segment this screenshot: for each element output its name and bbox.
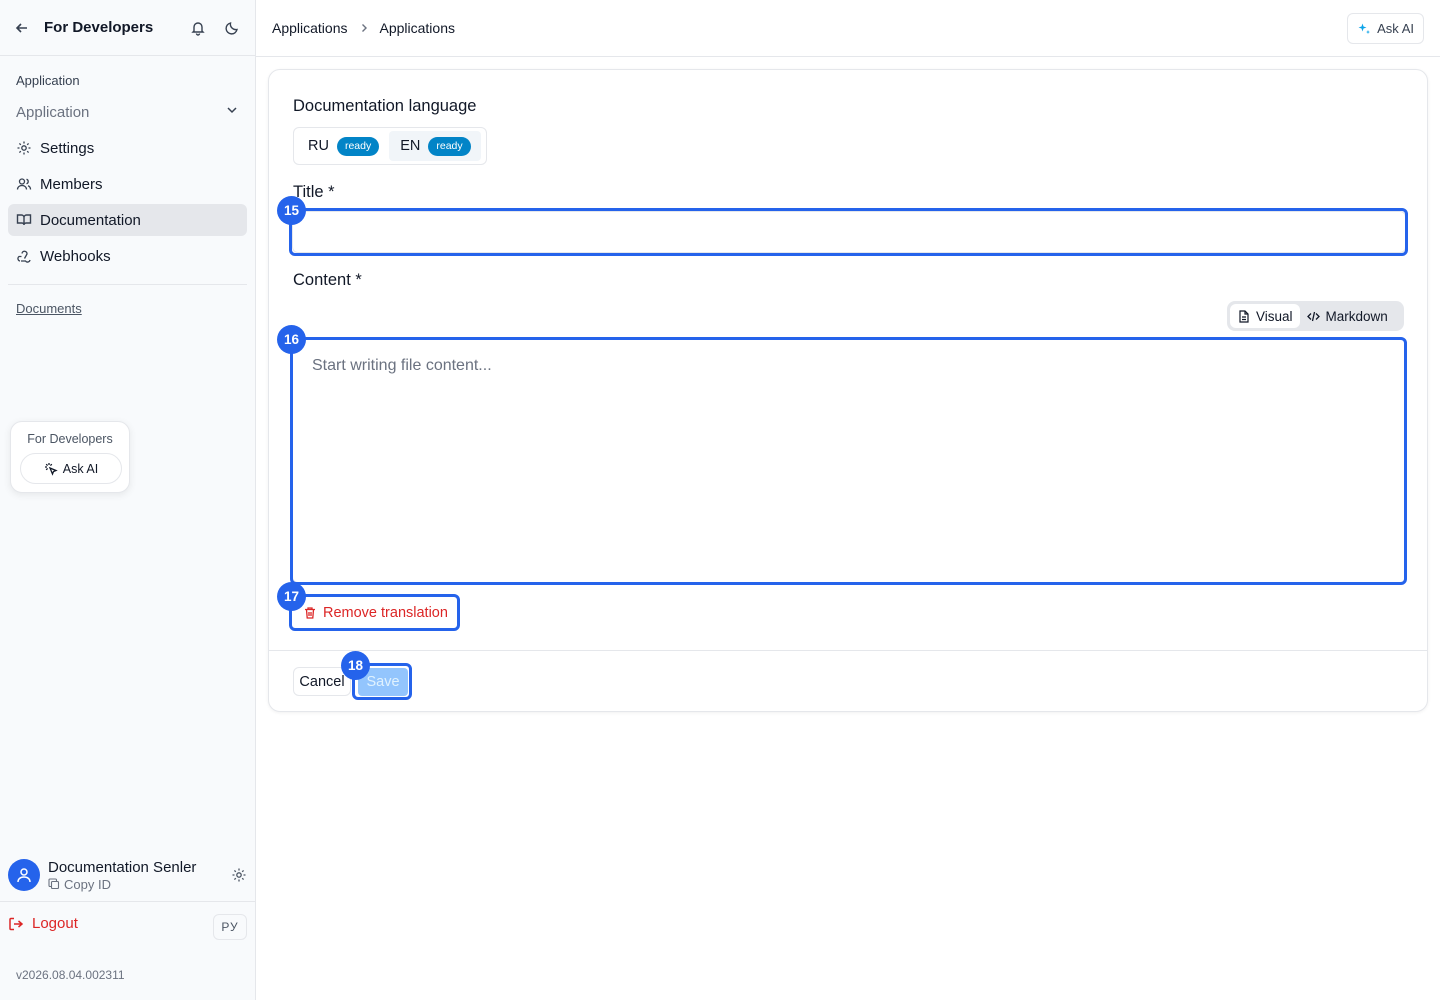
sparkle-icon: [1358, 23, 1371, 34]
sidebar-item-documentation[interactable]: Documentation: [8, 204, 247, 236]
users-icon: [16, 176, 32, 192]
chevron-down-icon: [225, 103, 239, 121]
copy-id-label: Copy ID: [64, 876, 111, 892]
sidebar-header: For Developers: [0, 0, 255, 56]
section-label: Application: [16, 73, 80, 88]
user-profile: Documentation Senler Copy ID: [8, 858, 248, 892]
user-info: Documentation Senler Copy ID: [48, 859, 230, 892]
sidebar-footer-divider: [0, 901, 256, 902]
content-label: Content *: [293, 271, 362, 289]
sidebar-item-members[interactable]: Members: [8, 168, 247, 200]
sidebar: For Developers Application Application S…: [0, 0, 256, 1000]
logout-button[interactable]: Logout: [8, 915, 78, 932]
ask-ai-floating-label: Ask AI: [62, 461, 99, 476]
card-footer-divider: [269, 650, 1427, 651]
floating-card-title: For Developers: [27, 432, 113, 446]
language-tabs: RU ready EN ready: [293, 127, 487, 165]
sidebar-item-label: Webhooks: [40, 247, 111, 265]
sidebar-item-settings[interactable]: Settings: [8, 132, 247, 164]
ask-ai-button[interactable]: Ask AI: [1347, 13, 1424, 44]
sidebar-item-label: Settings: [40, 139, 95, 157]
mode-markdown-button[interactable]: Markdown: [1300, 304, 1395, 328]
bell-icon[interactable]: [187, 17, 209, 39]
sidebar-item-label: Members: [40, 175, 103, 193]
code-icon: [1306, 311, 1320, 321]
application-select[interactable]: Application: [16, 96, 239, 128]
trash-icon: [305, 606, 315, 619]
topbar: Applications Applications Ask AI: [256, 0, 1440, 57]
sidebar-item-label: Documentation: [40, 211, 141, 229]
title-input[interactable]: [292, 211, 1406, 253]
lang-code: EN: [400, 138, 421, 154]
cursor-click-icon: [44, 462, 58, 476]
avatar[interactable]: [8, 859, 40, 891]
logout-icon: [9, 917, 24, 930]
book-icon: [16, 212, 32, 228]
documentation-form-card: Documentation language RU ready EN ready…: [268, 69, 1428, 712]
back-arrow-icon[interactable]: [12, 18, 32, 38]
content-editor[interactable]: Start writing file content...: [292, 338, 1406, 583]
annotation-marker-16: 16: [277, 325, 306, 354]
mode-markdown-label: Markdown: [1325, 308, 1388, 324]
status-badge: ready: [428, 136, 471, 156]
remove-translation-label: Remove translation: [323, 604, 448, 621]
breadcrumb-current[interactable]: Applications: [380, 20, 456, 36]
breadcrumb-applications[interactable]: Applications: [272, 20, 348, 36]
copy-icon: [48, 878, 60, 890]
doc-language-label: Documentation language: [293, 97, 477, 115]
annotation-marker-15: 15: [277, 196, 306, 225]
ask-ai-floating-button[interactable]: Ask AI: [20, 453, 122, 484]
ask-ai-floating-card: For Developers Ask AI: [10, 421, 130, 493]
remove-translation-button[interactable]: Remove translation: [293, 597, 459, 628]
file-icon: [1239, 309, 1249, 323]
tab-lang-en[interactable]: EN ready: [389, 131, 481, 161]
app-title: For Developers: [44, 19, 154, 36]
copy-id-button[interactable]: Copy ID: [48, 877, 230, 892]
language-switch-button[interactable]: РУ: [213, 914, 247, 940]
sidebar-nav: Settings Members Documentation Webhooks: [0, 128, 255, 272]
application-select-value: Application: [16, 103, 90, 121]
status-badge: ready: [336, 136, 380, 156]
sidebar-item-webhooks[interactable]: Webhooks: [8, 240, 247, 272]
app-version: v2026.08.04.002311: [16, 968, 125, 982]
moon-icon[interactable]: [221, 17, 243, 39]
logout-label: Logout: [32, 915, 78, 932]
mode-visual-label: Visual: [1256, 308, 1293, 324]
chevron-right-icon: [358, 22, 370, 34]
gear-icon: [16, 140, 32, 156]
ask-ai-label: Ask AI: [1377, 21, 1414, 36]
editor-mode-switch: Visual Markdown: [1227, 301, 1404, 331]
annotation-marker-18: 18: [341, 651, 370, 680]
webhook-icon: [16, 248, 32, 264]
user-settings-gear-icon[interactable]: [230, 866, 248, 884]
annotation-marker-17: 17: [277, 582, 306, 611]
documents-link[interactable]: Documents: [0, 285, 255, 316]
lang-code: RU: [308, 138, 329, 154]
mode-visual-button[interactable]: Visual: [1230, 304, 1300, 328]
content-placeholder: Start writing file content...: [312, 357, 492, 374]
user-name: Documentation Senler: [48, 858, 197, 876]
tab-lang-ru[interactable]: RU ready: [297, 131, 389, 161]
user-icon: [17, 868, 31, 883]
